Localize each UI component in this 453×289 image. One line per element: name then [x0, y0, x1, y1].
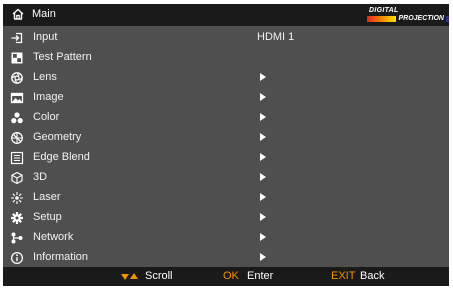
menu-item-input[interactable]: Input HDMI 1 — [3, 28, 449, 48]
submenu-arrow-icon — [260, 113, 266, 121]
exit-key-label: EXIT — [331, 270, 356, 282]
menu-item-label: Color — [33, 111, 60, 123]
menu-item-label: Information — [33, 251, 89, 263]
3d-icon — [10, 171, 24, 185]
menu-item-3d[interactable]: 3D — [3, 168, 449, 188]
menu-item-label: Test Pattern — [33, 51, 92, 63]
logo-text-top: DIGITAL — [369, 7, 399, 14]
submenu-arrow-icon — [260, 133, 266, 141]
menu-item-laser[interactable]: Laser — [3, 188, 449, 208]
menu-item-label: Setup — [33, 211, 62, 223]
arrow-up-icon — [130, 273, 138, 279]
color-icon — [10, 111, 24, 125]
ok-key-label: OK — [223, 270, 239, 282]
information-icon — [10, 251, 24, 265]
submenu-arrow-icon — [260, 213, 266, 221]
menu-item-geometry[interactable]: Geometry — [3, 128, 449, 148]
input-value: HDMI 1 — [257, 31, 295, 43]
menu-header: Main DIGITAL PROJECTION — [3, 4, 449, 26]
lens-icon — [10, 71, 24, 85]
menu-title: Main — [32, 8, 56, 20]
osd-menu: Main DIGITAL PROJECTION Input HDMI 1 Tes… — [3, 4, 449, 286]
back-hint: Back — [360, 270, 385, 282]
menu-item-image[interactable]: Image — [3, 88, 449, 108]
edge-blend-icon — [10, 151, 24, 165]
submenu-arrow-icon — [260, 93, 266, 101]
submenu-arrow-icon — [260, 173, 266, 181]
menu-item-information[interactable]: Information — [3, 248, 449, 268]
geometry-icon — [10, 131, 24, 145]
test-pattern-icon — [10, 51, 24, 65]
menu-item-setup[interactable]: Setup — [3, 208, 449, 228]
menu-item-label: Geometry — [33, 131, 82, 143]
submenu-arrow-icon — [260, 193, 266, 201]
menu-item-label: 3D — [33, 171, 48, 183]
home-icon — [11, 7, 25, 21]
logo-text-bottom: PROJECTION — [396, 14, 446, 23]
menu-item-label: Input — [33, 31, 58, 43]
image-icon — [10, 91, 24, 105]
input-icon — [10, 31, 24, 45]
menu-item-lens[interactable]: Lens — [3, 68, 449, 88]
menu-item-color[interactable]: Color — [3, 108, 449, 128]
menu-item-label: Network — [33, 231, 74, 243]
scroll-hint: Scroll — [145, 270, 173, 282]
laser-icon — [10, 191, 24, 205]
menu-item-label: Edge Blend — [33, 151, 90, 163]
menu-item-test-pattern[interactable]: Test Pattern — [3, 48, 449, 68]
menu-list: Input HDMI 1 Test Pattern Lens Image Col… — [3, 28, 449, 268]
menu-item-label: Lens — [33, 71, 57, 83]
help-bar: Scroll OK Enter EXIT Back — [3, 267, 449, 286]
brand-logo: DIGITAL PROJECTION — [367, 7, 449, 24]
submenu-arrow-icon — [260, 153, 266, 161]
menu-item-edge-blend[interactable]: Edge Blend — [3, 148, 449, 168]
submenu-arrow-icon — [260, 73, 266, 81]
submenu-arrow-icon — [260, 233, 266, 241]
menu-item-label: Laser — [33, 191, 61, 203]
setup-icon — [10, 211, 24, 225]
network-icon — [10, 231, 24, 245]
arrow-down-icon — [121, 274, 129, 280]
enter-hint: Enter — [247, 270, 274, 282]
menu-item-label: Image — [33, 91, 64, 103]
menu-item-network[interactable]: Network — [3, 228, 449, 248]
submenu-arrow-icon — [260, 253, 266, 261]
